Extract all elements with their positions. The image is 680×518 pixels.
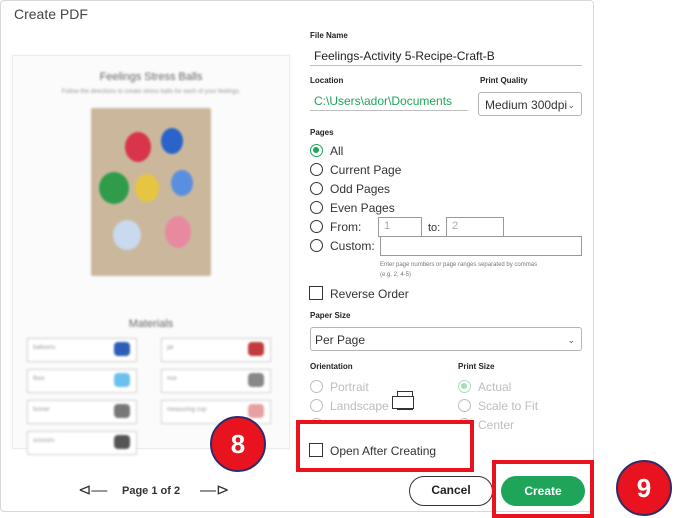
custom-pages-example: (e.g. 2, 4-5) bbox=[380, 272, 412, 278]
orientation-landscape-radio[interactable] bbox=[310, 399, 323, 412]
next-page-icon[interactable]: —⊳ bbox=[200, 480, 229, 500]
chevron-down-icon: ⌄ bbox=[567, 335, 575, 345]
paper-size-label: Paper Size bbox=[310, 311, 351, 320]
material-card: flour bbox=[27, 369, 137, 393]
print-size-center-label: Center bbox=[478, 418, 515, 432]
custom-pages-input[interactable] bbox=[380, 236, 582, 256]
material-card: rice bbox=[161, 369, 271, 393]
print-quality-label: Print Quality bbox=[480, 76, 528, 85]
pages-odd-label: Odd Pages bbox=[330, 182, 391, 196]
reverse-order-checkbox[interactable] bbox=[309, 286, 323, 300]
location-input[interactable]: C:\Users\ador\Documents bbox=[310, 94, 468, 111]
material-card: funnel bbox=[27, 400, 137, 424]
orientation-portrait-label: Portrait bbox=[330, 380, 369, 394]
orientation-landscape-label: Landscape bbox=[330, 399, 389, 413]
pages-even-radio[interactable] bbox=[310, 201, 323, 214]
print-size-label: Print Size bbox=[458, 362, 495, 371]
step-badge-9: 9 bbox=[616, 460, 672, 516]
preview-subtitle: Follow the directions to create stress b… bbox=[61, 89, 241, 95]
pages-all-radio[interactable] bbox=[310, 144, 323, 157]
page-preview: Feelings Stress Balls Follow the directi… bbox=[12, 55, 290, 455]
file-name-input[interactable]: Feelings-Activity 5-Recipe-Craft-B bbox=[310, 49, 582, 66]
dialog-title: Create PDF bbox=[14, 6, 88, 22]
prev-page-icon[interactable]: ⊲— bbox=[78, 480, 107, 500]
chevron-down-icon: ⌄ bbox=[567, 100, 575, 110]
page-indicator: Page 1 of 2 bbox=[122, 485, 181, 497]
preview-materials-heading: Materials bbox=[128, 318, 174, 330]
pages-from-radio[interactable] bbox=[310, 220, 323, 233]
orientation-portrait-radio[interactable] bbox=[310, 380, 323, 393]
pages-custom-label: Custom: bbox=[330, 239, 375, 253]
paper-size-value: Per Page bbox=[315, 333, 366, 347]
pages-from-label: From: bbox=[330, 220, 362, 234]
pages-odd-radio[interactable] bbox=[310, 182, 323, 195]
material-card: scissors bbox=[27, 431, 137, 455]
pages-label: Pages bbox=[310, 128, 334, 137]
pages-all-label: All bbox=[330, 144, 344, 158]
pages-current-label: Current Page bbox=[330, 163, 402, 177]
location-label: Location bbox=[310, 76, 344, 85]
print-quality-select[interactable]: Medium 300dpi ⌄ bbox=[478, 92, 582, 116]
to-label: to: bbox=[428, 222, 441, 234]
open-after-label: Open After Creating bbox=[330, 444, 437, 458]
pages-even-label: Even Pages bbox=[330, 201, 395, 215]
reverse-order-label: Reverse Order bbox=[330, 287, 409, 301]
cancel-button[interactable]: Cancel bbox=[409, 476, 493, 506]
to-page-input[interactable]: 2 bbox=[446, 217, 504, 237]
pages-custom-radio[interactable] bbox=[310, 239, 323, 252]
orientation-label: Orientation bbox=[310, 362, 353, 371]
open-after-checkbox[interactable] bbox=[309, 443, 323, 457]
print-size-actual-radio[interactable] bbox=[458, 380, 471, 393]
pages-current-radio[interactable] bbox=[310, 163, 323, 176]
preview-title: Feelings Stress Balls bbox=[99, 71, 203, 83]
print-quality-value: Medium 300dpi bbox=[485, 98, 568, 112]
print-size-scale-radio[interactable] bbox=[458, 399, 471, 412]
print-size-actual-label: Actual bbox=[478, 380, 512, 394]
from-page-input[interactable]: 1 bbox=[378, 217, 422, 237]
print-size-scale-label: Scale to Fit bbox=[478, 399, 539, 413]
step-badge-8: 8 bbox=[210, 416, 266, 472]
custom-pages-hint: Enter page numbers or page ranges separa… bbox=[380, 262, 538, 268]
create-button[interactable]: Create bbox=[501, 476, 585, 506]
preview-photo bbox=[91, 108, 211, 276]
material-card: balloons bbox=[27, 338, 137, 362]
page-orientation-icon bbox=[392, 391, 414, 410]
paper-size-select[interactable]: Per Page ⌄ bbox=[310, 327, 582, 351]
material-card: jar bbox=[161, 338, 271, 362]
file-name-label: File Name bbox=[310, 31, 348, 40]
